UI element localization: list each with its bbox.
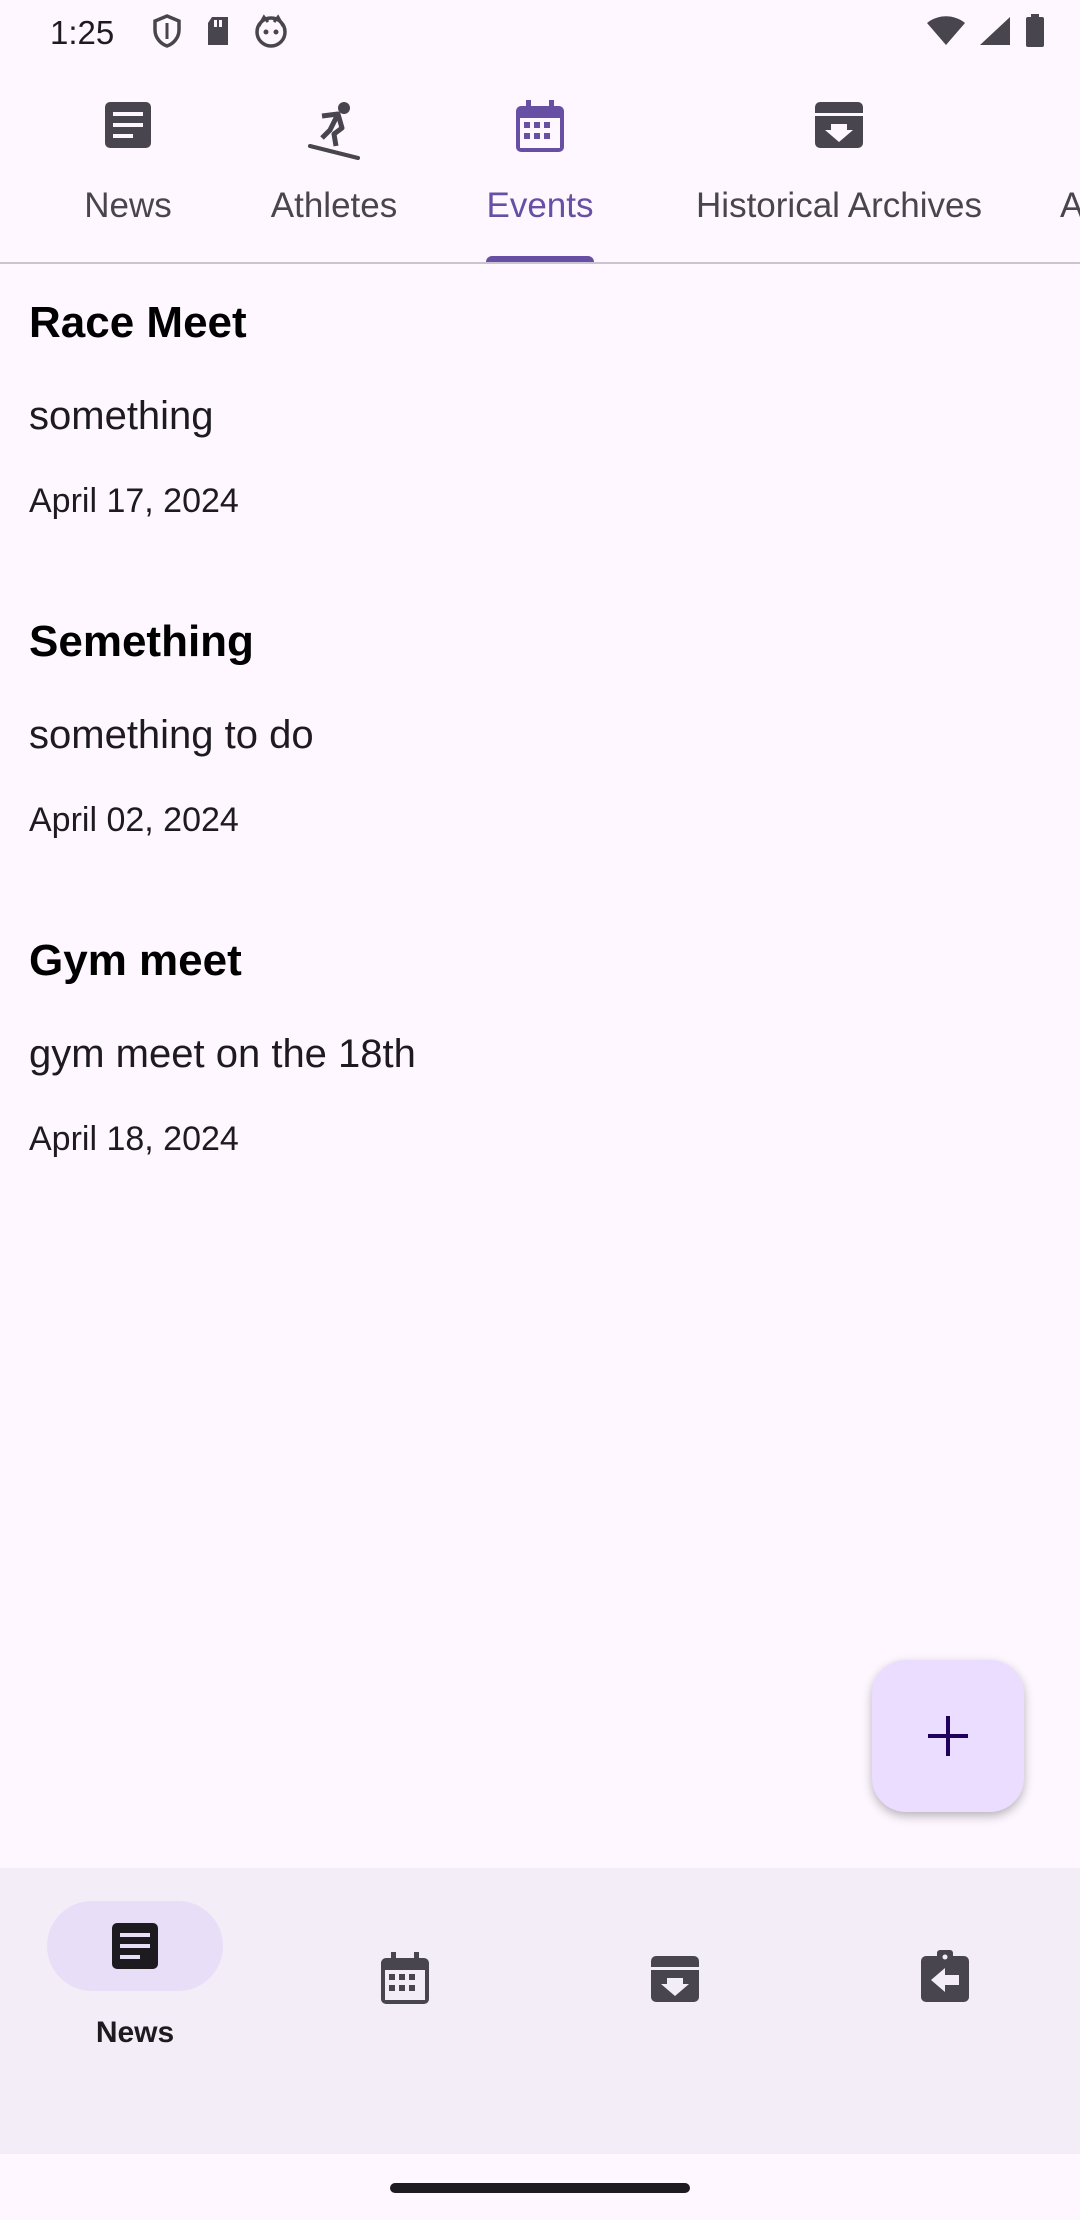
shield-icon <box>153 14 181 48</box>
article-icon <box>112 1923 158 1969</box>
tab-overflow-label: A <box>1060 186 1080 226</box>
bottom-navigation: News <box>0 1868 1080 2154</box>
event-date: April 18, 2024 <box>29 1120 239 1158</box>
gesture-handle[interactable] <box>390 2183 690 2193</box>
status-time: 1:25 <box>50 14 115 51</box>
archive-icon <box>815 102 863 148</box>
tab-overflow[interactable]: A <box>1060 66 1080 262</box>
face-icon <box>255 14 287 48</box>
assignment-return-icon <box>921 1950 969 2002</box>
archive-icon <box>651 1956 699 2002</box>
status-bar: 1:25 <box>0 0 1080 66</box>
calendar-icon <box>381 1952 429 2004</box>
event-description: something to do <box>29 713 314 757</box>
sd-card-icon <box>208 17 228 45</box>
article-icon <box>105 102 151 148</box>
tab-news[interactable]: News <box>28 66 228 262</box>
nav-item-news-label: News <box>95 2016 175 2049</box>
wifi-icon <box>927 16 965 45</box>
tab-events-label: Events <box>486 186 594 225</box>
event-title: Gym meet <box>29 936 242 985</box>
tab-athletes[interactable]: Athletes <box>234 66 434 262</box>
nav-item-events[interactable] <box>270 1868 540 2154</box>
tab-indicator <box>486 256 594 262</box>
event-description: gym meet on the 18th <box>29 1032 416 1076</box>
calendar-icon <box>516 100 564 152</box>
event-description: something <box>29 394 214 438</box>
top-tab-bar: News Athletes Events Historical Archives <box>0 66 1080 264</box>
event-date: April 02, 2024 <box>29 801 239 839</box>
event-title: Race Meet <box>29 298 247 347</box>
add-event-button[interactable] <box>872 1660 1024 1812</box>
events-screen: 1:25 News Athletes Events Historical Arc… <box>0 0 1080 2220</box>
tab-historical-archives-label: Historical Archives <box>696 186 982 225</box>
tab-events[interactable]: Events <box>440 66 640 262</box>
event-item[interactable]: Race Meet something April 17, 2024 <box>0 264 1080 583</box>
snowboarder-icon <box>308 102 360 160</box>
tab-historical-archives[interactable]: Historical Archives <box>656 66 1022 262</box>
plus-icon <box>928 1716 968 1756</box>
nav-item-news[interactable]: News <box>0 1868 270 2154</box>
nav-item-assignment[interactable] <box>810 1868 1080 2154</box>
cellular-signal-icon <box>980 17 1010 45</box>
event-item[interactable]: Semething something to do April 02, 2024 <box>0 583 1080 902</box>
event-date: April 17, 2024 <box>29 482 239 520</box>
nav-item-archives[interactable] <box>540 1868 810 2154</box>
event-list: Race Meet something April 17, 2024 Semet… <box>0 264 1080 1221</box>
event-item[interactable]: Gym meet gym meet on the 18th April 18, … <box>0 902 1080 1221</box>
tab-athletes-label: Athletes <box>270 186 398 225</box>
event-title: Semething <box>29 617 254 666</box>
battery-icon <box>1026 14 1044 47</box>
tab-news-label: News <box>84 186 172 225</box>
